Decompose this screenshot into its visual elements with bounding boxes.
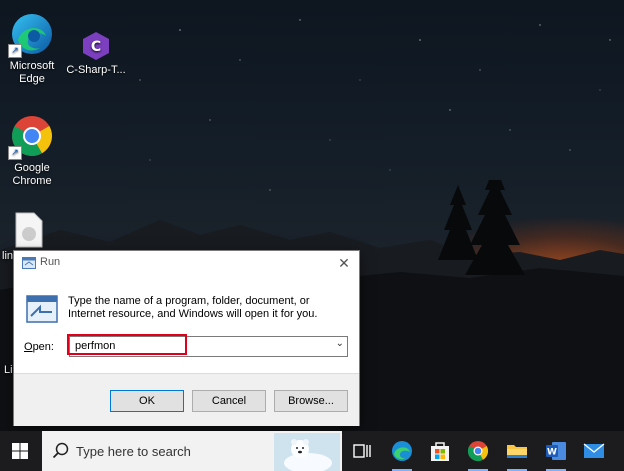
edge-icon: ↗ [8,10,56,58]
shortcut-arrow-icon: ↗ [8,146,22,160]
mail-icon[interactable] [582,439,606,463]
svg-text:C: C [91,39,101,55]
desktop-icon-edge[interactable]: ↗ Microsoft Edge [0,10,64,86]
run-icon [26,295,58,323]
store-icon[interactable] [428,439,452,463]
document-icon [14,212,44,248]
run-footer: OK Cancel Browse... [14,373,359,426]
taskbar: Type here to search W [0,431,624,471]
browse-button[interactable]: Browse... [274,390,348,412]
open-label: Open: [24,341,54,353]
run-body: Type the name of a program, folder, docu… [14,275,359,373]
desktop-icon-chrome[interactable]: ↗ Google Chrome [0,112,64,188]
edge-icon[interactable] [390,439,414,463]
desktop-icon-label: Microsoft Edge [9,60,55,85]
run-description: Type the name of a program, folder, docu… [68,295,318,320]
task-view-icon[interactable] [350,439,374,463]
run-dialog: Run ✕ Type the name of a program, folder… [13,250,360,426]
dialog-title: Run [40,256,61,268]
word-icon[interactable]: W [544,439,568,463]
highlight-annotation [67,334,187,355]
close-button[interactable]: ✕ [335,254,353,272]
search-icon [52,442,69,459]
ok-button[interactable]: OK [110,390,184,412]
chevron-down-icon[interactable]: ⌄ [336,338,344,349]
shortcut-arrow-icon: ↗ [8,44,22,58]
taskbar-search-box[interactable]: Type here to search [42,431,342,471]
run-titlebar[interactable]: Run ✕ [14,251,359,275]
windows-start-icon[interactable] [12,443,28,459]
desktop-icon-csharp[interactable]: C C-Sharp-T... [64,30,128,77]
desktop-icon-label: C-Sharp-T... [66,64,126,76]
chrome-icon: ↗ [8,112,56,160]
close-icon: ✕ [338,255,350,271]
run-icon [22,257,36,269]
chrome-icon[interactable] [466,439,490,463]
desktop-icon-label: Google Chrome [12,162,52,187]
search-placeholder: Type here to search [76,444,191,459]
polar-bear-icon [274,433,340,471]
svg-text:W: W [547,448,557,458]
file-explorer-icon[interactable] [505,439,529,463]
cancel-button[interactable]: Cancel [192,390,266,412]
csharp-icon: C [80,30,112,62]
